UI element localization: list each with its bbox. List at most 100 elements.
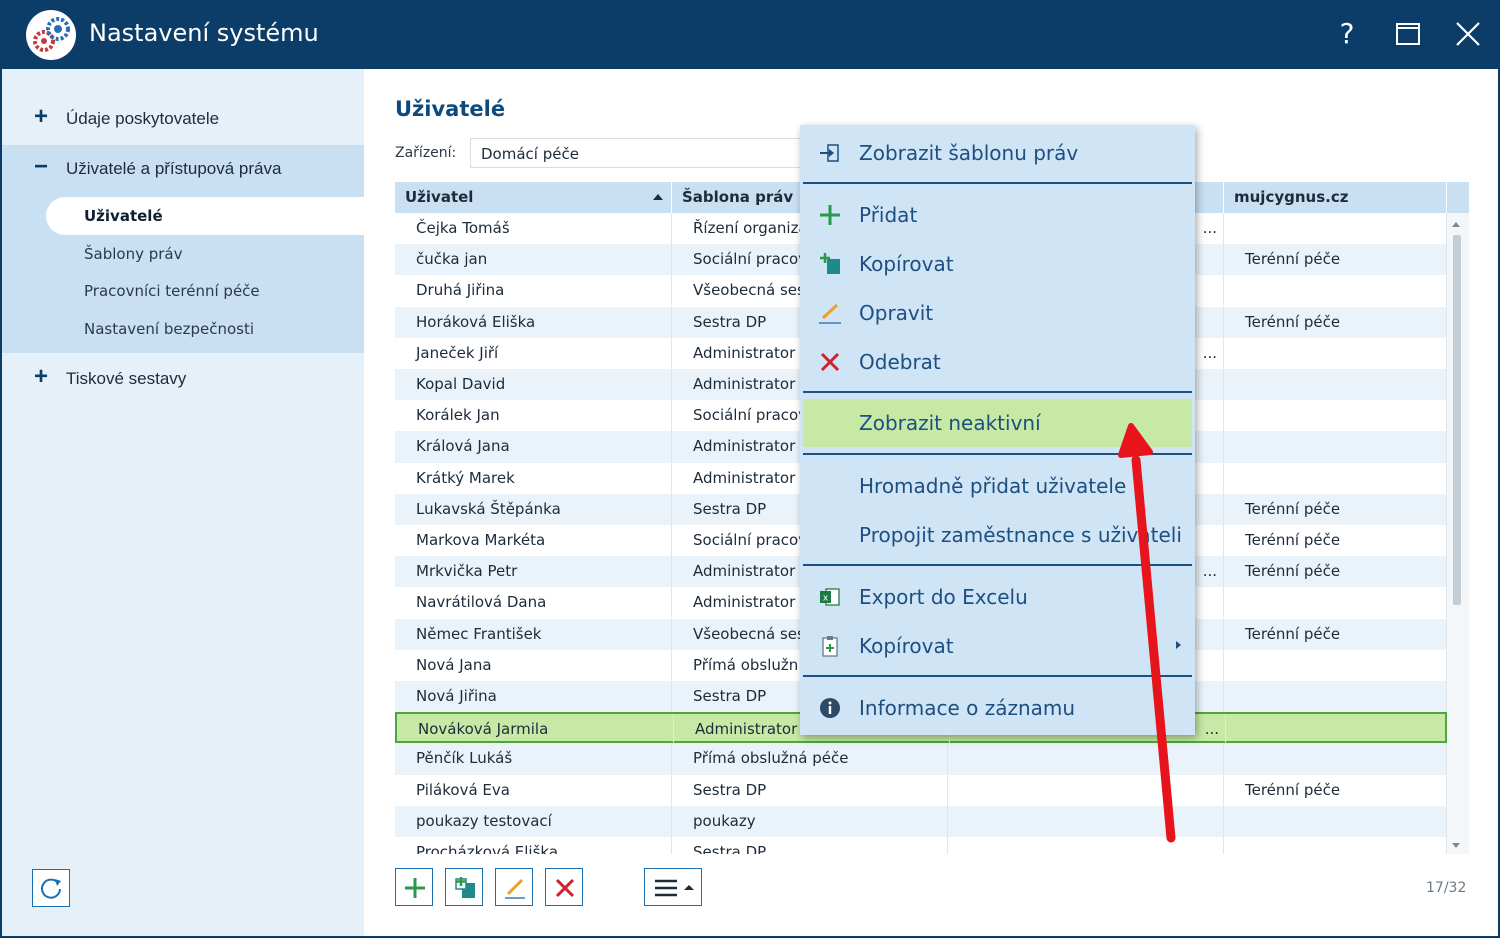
column-header-label: Šablona práv xyxy=(682,188,794,206)
table-cell: Nováková Jarmila xyxy=(397,714,674,746)
sidebar-item-users-rights[interactable]: − Uživatelé a přístupová práva xyxy=(2,145,364,195)
table-row[interactable]: Pěnčík Lukáš Přímá obslužná péče xyxy=(395,743,1447,775)
menu-item-show-inactive[interactable]: Zobrazit neaktivní xyxy=(803,399,1192,447)
table-cell: Druhá Jiřina xyxy=(395,275,672,307)
menu-separator xyxy=(803,675,1192,677)
table-cell: Terénní péče xyxy=(1224,493,1447,525)
menu-item-label: Odebrat xyxy=(859,350,941,374)
vertical-scrollbar[interactable] xyxy=(1447,213,1469,854)
table-cell xyxy=(1224,587,1447,619)
table-cell: Němec František xyxy=(395,618,672,650)
table-cell: Přímá obslužná péče xyxy=(672,743,948,775)
table-cell: Nová Jiřina xyxy=(395,681,672,712)
menu-item-label: Zobrazit šablonu práv xyxy=(859,141,1079,165)
sidebar-subitem-templates[interactable]: Šablony práv xyxy=(46,235,364,273)
scrollbar-thumb[interactable] xyxy=(1453,235,1461,605)
sidebar-item-label: Tiskové sestavy xyxy=(66,369,187,388)
table-cell xyxy=(1224,743,1447,775)
table-cell: Čejka Tomáš xyxy=(395,213,672,244)
more-menu-button[interactable] xyxy=(644,868,702,906)
table-cell: Lukavská Štěpánka xyxy=(395,493,672,525)
facility-select[interactable]: Domácí péče xyxy=(470,138,810,168)
menu-separator xyxy=(803,391,1192,393)
table-cell xyxy=(1224,400,1447,432)
table-cell: Terénní péče xyxy=(1224,244,1447,276)
refresh-icon xyxy=(41,878,61,899)
sidebar-subitem-users[interactable]: Uživatelé xyxy=(46,197,364,235)
refresh-button[interactable] xyxy=(32,869,70,907)
table-cell: Navrátilová Dana xyxy=(395,587,672,619)
table-cell xyxy=(1224,213,1447,244)
edit-button[interactable] xyxy=(495,868,533,906)
sidebar-subitem-security[interactable]: Nastavení bezpečnosti xyxy=(46,310,364,348)
menu-item-show-template[interactable]: Zobrazit šablonu práv xyxy=(800,129,1195,175)
table-cell: Krátký Marek xyxy=(395,462,672,494)
table-cell: Nová Jana xyxy=(395,649,672,681)
menu-item-bulk-add-users[interactable]: Hromadně přidat uživatele xyxy=(800,462,1195,508)
menu-item-export-excel[interactable]: x Export do Excelu xyxy=(800,573,1195,619)
delete-x-icon xyxy=(818,350,842,374)
sidebar-item-label: Údaje poskytovatele xyxy=(66,109,220,128)
menu-item-link-employees[interactable]: Propojit zaměstnance s uživateli xyxy=(800,511,1195,557)
column-header-label: Uživatel xyxy=(405,188,474,206)
table-cell xyxy=(948,743,1224,775)
menu-item-label: Hromadně přidat uživatele xyxy=(859,474,1127,498)
menu-item-add[interactable]: Přidat xyxy=(800,191,1195,237)
table-cell xyxy=(1224,649,1447,681)
table-cell: Janeček Jiří xyxy=(395,337,672,369)
table-cell: Mrkvička Petr xyxy=(395,556,672,588)
sidebar-item-print-reports[interactable]: + Tiskové sestavy xyxy=(2,355,364,405)
table-cell xyxy=(1224,681,1447,712)
table-cell: Sestra DP xyxy=(672,774,948,806)
table-cell xyxy=(1224,275,1447,307)
close-button[interactable] xyxy=(1448,14,1488,54)
column-header-user[interactable]: Uživatel xyxy=(395,182,672,213)
menu-item-copy-submenu[interactable]: Kopírovat xyxy=(800,622,1195,668)
table-cell: Sestra DP xyxy=(672,837,948,854)
menu-separator xyxy=(803,564,1192,566)
template-icon xyxy=(818,141,842,165)
expand-plus-icon: + xyxy=(33,363,48,390)
table-cell: Kopal David xyxy=(395,369,672,400)
window-title: Nastavení systému xyxy=(89,19,319,47)
table-cell: Procházková Eliška xyxy=(395,837,672,854)
sidebar-item-provider[interactable]: + Údaje poskytovatele xyxy=(2,95,364,145)
menu-item-edit[interactable]: Opravit xyxy=(800,289,1195,335)
table-row[interactable]: poukazy testovací poukazy xyxy=(395,805,1447,837)
menu-item-record-info[interactable]: Informace o záznamu xyxy=(800,684,1195,730)
sidebar-item-label: Uživatelé a přístupová práva xyxy=(66,159,282,178)
table-cell: Piláková Eva xyxy=(395,774,672,806)
menu-item-copy[interactable]: Kopírovat xyxy=(800,240,1195,286)
pencil-icon xyxy=(818,301,842,325)
menu-item-label: Přidat xyxy=(859,203,918,227)
menu-item-label: Propojit zaměstnance s uživateli xyxy=(859,523,1182,547)
svg-text:x: x xyxy=(823,594,829,604)
pencil-icon xyxy=(505,878,525,899)
menu-item-remove[interactable]: Odebrat xyxy=(800,338,1195,384)
copy-icon xyxy=(455,877,475,898)
submenu-arrow-icon xyxy=(1176,641,1181,649)
table-cell: čučka jan xyxy=(395,244,672,276)
delete-button[interactable] xyxy=(545,868,583,906)
maximize-button[interactable] xyxy=(1388,14,1428,54)
info-icon xyxy=(818,696,842,720)
sort-ascending-icon xyxy=(653,194,663,200)
menu-item-label: Opravit xyxy=(859,301,934,325)
table-row[interactable]: Piláková Eva Sestra DP Terénní péče xyxy=(395,774,1447,806)
menu-separator xyxy=(803,182,1192,184)
add-button[interactable] xyxy=(395,868,433,906)
table-row[interactable]: Procházková Eliška Sestra DP xyxy=(395,837,1447,854)
help-button[interactable]: ? xyxy=(1327,14,1367,54)
sidebar-subitem-field-workers[interactable]: Pracovníci terénní péče xyxy=(46,272,364,310)
column-header-label: mujcygnus.cz xyxy=(1234,188,1349,206)
hamburger-menu-icon xyxy=(655,879,694,897)
menu-item-label: Zobrazit neaktivní xyxy=(859,411,1041,435)
table-cell: Terénní péče xyxy=(1224,525,1447,556)
scroll-down-icon[interactable] xyxy=(1452,843,1460,848)
copy-button[interactable] xyxy=(445,868,483,906)
column-header-mujcygnus[interactable]: mujcygnus.cz xyxy=(1224,182,1447,213)
collapse-minus-icon: − xyxy=(33,153,48,180)
settings-gears-icon xyxy=(26,10,76,60)
table-cell xyxy=(1224,431,1447,463)
scroll-up-icon[interactable] xyxy=(1452,222,1460,227)
